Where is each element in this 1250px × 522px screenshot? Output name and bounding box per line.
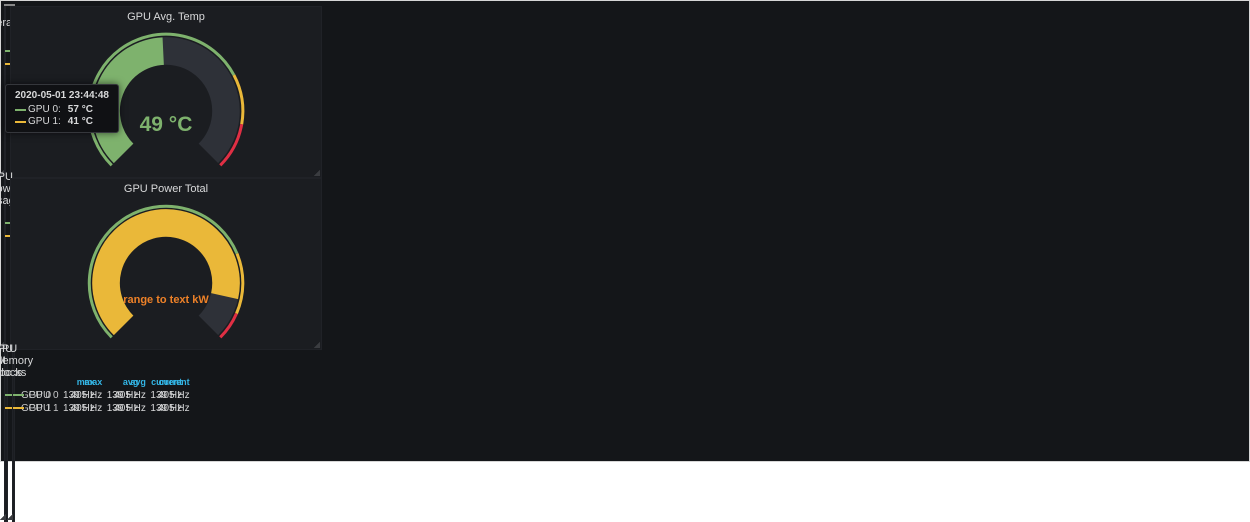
legend-row: GPU 1405 Hz405 Hz405 Hz: [13, 402, 190, 415]
gpu-power-total-gauge-area: range to text kW: [11, 199, 321, 349]
series-color-dash-icon: [15, 109, 26, 111]
legend-value: 405 Hz: [102, 402, 146, 415]
panel-title-gpu-memory-clocks[interactable]: GPU Memory Clocks: [13, 351, 15, 371]
legend-header: avg: [102, 376, 146, 389]
gpu-power-total-gauge: range to text kW: [11, 199, 321, 349]
panel-title[interactable]: GPU Power Total: [124, 183, 208, 195]
series-color-dash-icon: [13, 394, 24, 396]
legend-series-name[interactable]: GPU 1: [13, 402, 59, 415]
tooltip-time: 2020-05-01 23:44:48: [15, 90, 109, 101]
series-color-dash-icon: [13, 407, 24, 409]
svg-text:49 °C: 49 °C: [140, 113, 193, 136]
panel-gpu-temperature: GPU Temperature ▾ 23:3023:3123:3223:3323…: [4, 6, 6, 178]
legend-value: 405 Hz: [146, 402, 190, 415]
legend-header: current: [146, 376, 190, 389]
panel-gpu-power-total: GPU Power Total range to text kW: [10, 178, 322, 350]
grafana-dashboard: GPU Temperature ▾ 23:3023:3123:3223:3323…: [0, 0, 1250, 462]
legend-series-name[interactable]: GPU 0: [13, 389, 59, 402]
chart-tooltip: 2020-05-01 23:44:48 GPU 0:57 °C GPU 1:41…: [5, 84, 119, 133]
legend-header: max: [59, 376, 103, 389]
dashboard-row-1: GPU Temperature ▾ 23:3023:3123:3223:3323…: [4, 6, 15, 178]
panel-title-gpu-avg-temp[interactable]: GPU Avg. Temp: [11, 7, 321, 27]
legend-gpu-memory-clocks: maxavgcurrent GPU 0405 Hz405 Hz405 Hz GP…: [13, 371, 163, 521]
legend-value: 405 Hz: [59, 389, 103, 402]
legend-row: GPU 0405 Hz405 Hz405 Hz: [13, 389, 190, 402]
legend-table: maxavgcurrent GPU 0405 Hz405 Hz405 Hz GP…: [13, 376, 190, 415]
panel-title[interactable]: GPU Avg. Temp: [127, 11, 205, 23]
legend-value: 405 Hz: [59, 402, 103, 415]
tooltip-series-row: GPU 0:57 °C: [15, 104, 109, 115]
dashboard-grid: GPU Temperature ▾ 23:3023:3123:3223:3323…: [4, 4, 15, 458]
panel-gpu-memory-clocks: GPU Memory Clocks 23:3023:3223:3423:3623…: [12, 350, 16, 522]
dashboard-row-3: GPU SM Clocks 23:3023:3223:3423:3623:382…: [4, 350, 15, 522]
legend-value: 405 Hz: [146, 389, 190, 402]
tooltip-series-row: GPU 1:41 °C: [15, 116, 109, 127]
panel-title-gpu-power-total[interactable]: GPU Power Total: [11, 179, 321, 199]
series-color-dash-icon: [15, 121, 26, 123]
svg-text:range to text kW: range to text kW: [123, 294, 209, 306]
legend-value: 405 Hz: [102, 389, 146, 402]
dashboard-row-2: GPU Power Usage 23:3023:3123:3223:3323:3…: [4, 178, 15, 350]
panel-gpu-power-usage: GPU Power Usage 23:3023:3123:3223:3323:3…: [4, 178, 6, 350]
